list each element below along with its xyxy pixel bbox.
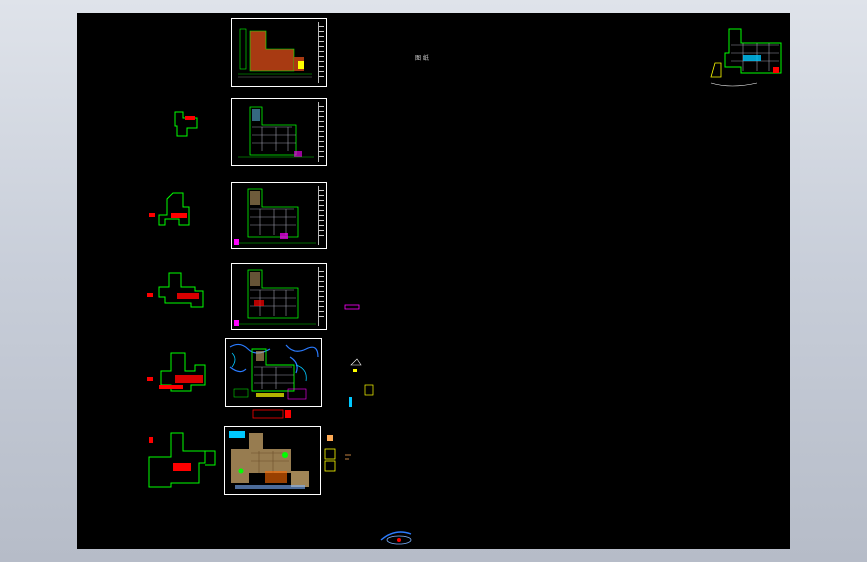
plan-outline-5 xyxy=(148,432,216,488)
drawing-sheet-5[interactable] xyxy=(225,338,322,407)
sheet-4-plan xyxy=(234,269,316,326)
drawing-sheet-6[interactable] xyxy=(224,426,321,495)
drawing-sheet-3[interactable] xyxy=(231,182,327,249)
detail-markers-group-b xyxy=(324,435,351,472)
sheet-1-plan xyxy=(238,28,312,78)
cad-drawing-viewport[interactable]: 图 纸 xyxy=(77,13,790,549)
sheet-6-site-plan xyxy=(227,429,320,494)
plan-outline-4 xyxy=(147,352,206,392)
plan-outline-3 xyxy=(147,272,204,308)
detail-markers-group-a xyxy=(349,358,374,407)
sheet-3-plan xyxy=(234,188,316,245)
title-block xyxy=(318,186,324,245)
plan-outline-2 xyxy=(149,192,190,226)
plan-outline-1 xyxy=(174,111,198,137)
sheet-2-plan xyxy=(238,106,314,158)
center-annotation: 图 纸 xyxy=(415,55,429,62)
drawing-sheet-4[interactable] xyxy=(231,263,327,330)
sheet-5-red-block xyxy=(252,409,291,419)
sheet-5-site-plan xyxy=(228,341,321,406)
top-right-plan xyxy=(710,28,782,87)
title-block xyxy=(318,267,324,326)
drawing-sheet-1[interactable] xyxy=(231,18,327,87)
compass-logo-icon xyxy=(380,531,412,545)
title-block xyxy=(318,22,324,83)
detail-marker-purple xyxy=(344,304,360,310)
drawing-sheet-2[interactable] xyxy=(231,98,327,166)
title-block xyxy=(318,102,324,162)
